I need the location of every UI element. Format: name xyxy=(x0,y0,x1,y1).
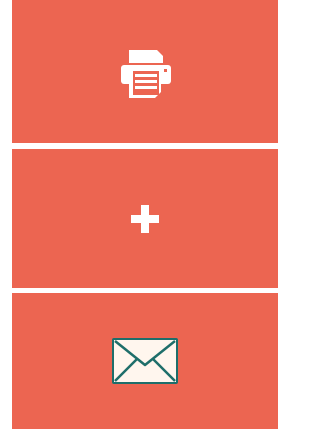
email-button[interactable] xyxy=(12,293,278,429)
plus-icon xyxy=(125,199,165,239)
envelope-icon xyxy=(109,333,181,389)
printer-icon xyxy=(115,42,175,102)
print-button[interactable] xyxy=(12,0,278,143)
action-tile-stack xyxy=(0,0,278,429)
add-button[interactable] xyxy=(12,149,278,288)
